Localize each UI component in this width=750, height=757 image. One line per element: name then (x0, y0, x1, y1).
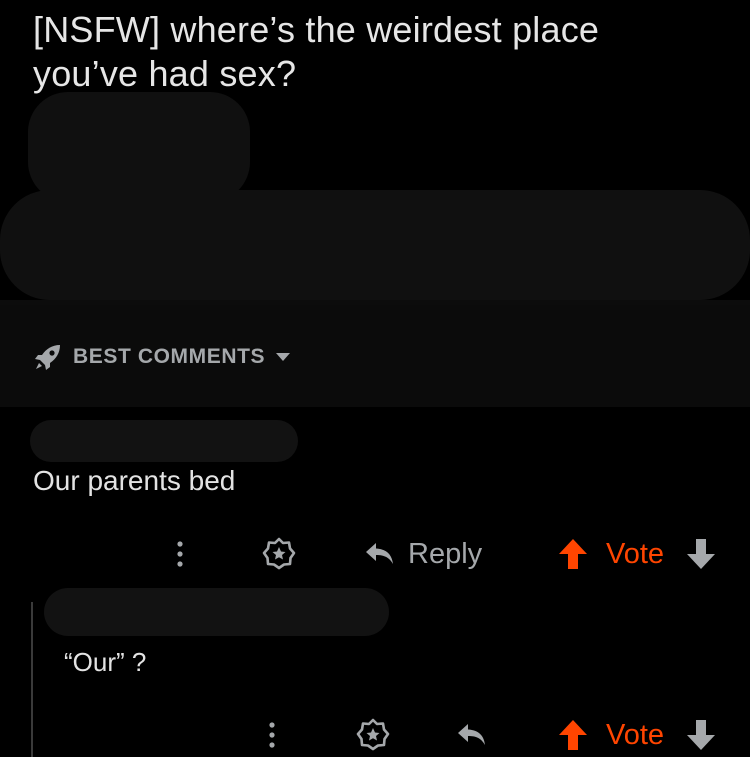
redacted-post-body (0, 190, 750, 300)
reply-arrow-icon (364, 541, 396, 567)
reply-arrow-icon (456, 722, 488, 748)
reply-button[interactable]: Reply (364, 532, 482, 576)
vote-count: Vote (606, 719, 665, 751)
redacted-comment-author (44, 588, 389, 636)
comment-action-bar: Vote (0, 713, 750, 757)
comment-action-bar: Reply Vote (0, 532, 750, 576)
more-vertical-icon[interactable] (168, 538, 192, 570)
comment-sort-bar: BEST COMMENTS (0, 305, 750, 407)
reply-label: Reply (408, 537, 483, 570)
downvote-arrow-icon[interactable] (686, 719, 716, 751)
award-icon[interactable] (262, 537, 296, 571)
more-vertical-icon[interactable] (260, 719, 284, 751)
redacted-comment-author (30, 420, 298, 462)
comment-text: Our parents bed (33, 465, 236, 496)
upvote-arrow-icon[interactable] (558, 538, 588, 570)
award-icon[interactable] (356, 718, 390, 752)
reply-button[interactable] (456, 713, 488, 757)
sort-comments-button[interactable]: BEST COMMENTS (33, 342, 291, 372)
downvote-arrow-icon[interactable] (686, 538, 716, 570)
vote-count: Vote (606, 538, 665, 570)
post-title[interactable]: [NSFW] where’s the weirdest place you’ve… (33, 8, 713, 96)
upvote-arrow-icon[interactable] (558, 719, 588, 751)
redacted-post-body (28, 92, 250, 202)
sort-label: BEST COMMENTS (73, 345, 266, 368)
comment-text: “Our” ? (64, 647, 147, 677)
rocket-icon (33, 342, 63, 372)
caret-down-icon (275, 352, 291, 362)
